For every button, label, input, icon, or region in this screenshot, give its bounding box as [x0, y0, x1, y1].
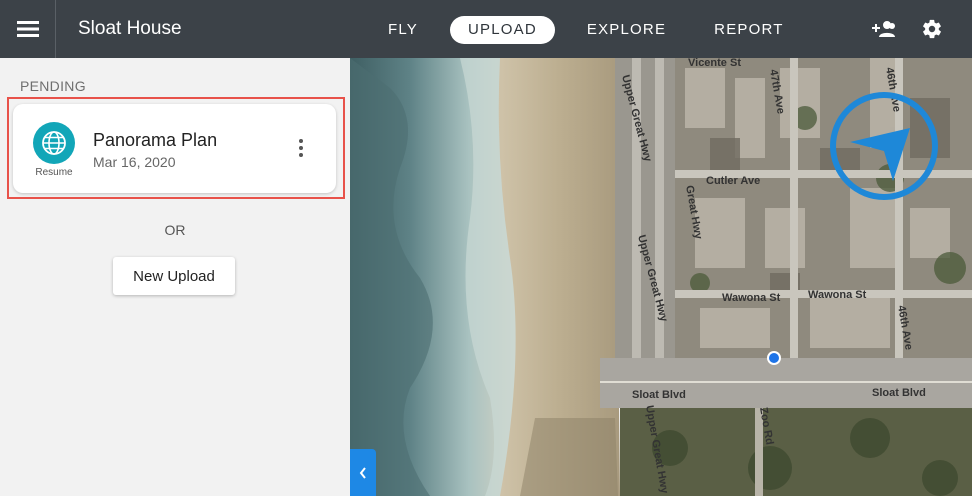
pending-item-title: Panorama Plan: [93, 130, 218, 150]
map-label-cutler-ave: Cutler Ave: [706, 175, 760, 187]
map-label-vicente-st: Vicente St: [688, 58, 741, 69]
pending-section-label: PENDING: [20, 78, 86, 94]
resume-label: Resume: [35, 167, 73, 178]
resume-button[interactable]: [33, 122, 75, 164]
project-title: Sloat House: [78, 18, 182, 39]
globe-icon: [42, 131, 66, 155]
tab-report[interactable]: REPORT: [698, 16, 799, 44]
add-user-icon: [872, 21, 895, 37]
map-label-wawona-st: Wawona St: [722, 292, 781, 304]
main-nav: FLY UPLOAD EXPLORE REPORT: [372, 16, 816, 44]
tab-fly[interactable]: FLY: [372, 16, 434, 44]
settings-button[interactable]: [919, 17, 945, 41]
menu-icon: [16, 21, 39, 37]
map-label-sloat-blvd: Sloat Blvd: [872, 387, 926, 399]
or-separator: OR: [164, 222, 186, 238]
satellite-map[interactable]: Upper Great Hwy Upper Great Hwy Upper Gr…: [350, 58, 972, 496]
gear-icon: [923, 19, 941, 39]
tab-upload[interactable]: UPLOAD: [450, 16, 555, 44]
sidebar: PENDING Resume Panorama Plan Mar 16, 202…: [0, 58, 350, 496]
add-user-button[interactable]: [872, 17, 898, 41]
chevron-left-icon: [359, 466, 366, 479]
map-label-wawona-st: Wawona St: [808, 289, 867, 301]
pending-item-date: Mar 16, 2020: [93, 154, 176, 170]
more-options-button[interactable]: [291, 134, 311, 162]
more-vert-icon: [299, 139, 303, 143]
highway-strip: [615, 58, 675, 378]
top-bar: Sloat House FLY UPLOAD EXPLORE REPORT: [0, 0, 972, 58]
tab-explore[interactable]: EXPLORE: [571, 16, 682, 44]
menu-button[interactable]: [0, 0, 56, 58]
collapse-sidebar-button[interactable]: [350, 449, 376, 496]
new-upload-button[interactable]: New Upload: [113, 257, 235, 295]
map-label-sloat-blvd: Sloat Blvd: [632, 389, 686, 401]
pending-upload-card[interactable]: Resume Panorama Plan Mar 16, 2020: [13, 104, 336, 193]
